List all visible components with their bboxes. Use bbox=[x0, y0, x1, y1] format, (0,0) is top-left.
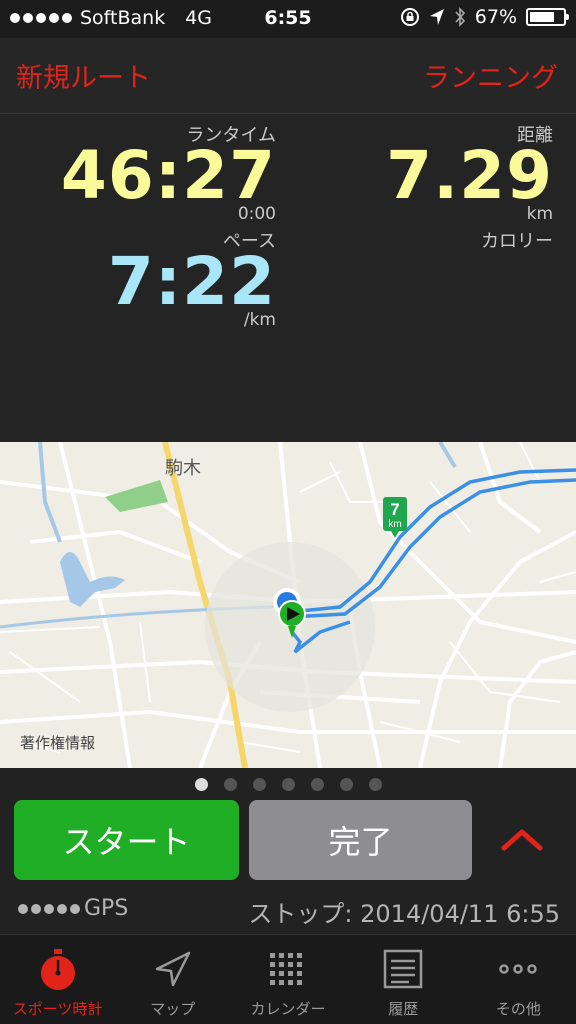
map-copyright-link[interactable]: 著作権情報 bbox=[20, 732, 95, 753]
new-route-button[interactable]: 新規ルート bbox=[16, 56, 151, 95]
tab-more[interactable]: その他 bbox=[461, 935, 576, 1024]
tab-label: マップ bbox=[150, 1000, 196, 1018]
run-time-value: 46:27 bbox=[60, 137, 276, 214]
page-dot bbox=[281, 778, 295, 791]
activity-type-button[interactable]: ランニング bbox=[423, 56, 558, 95]
run-time-sub: 0:00 bbox=[237, 204, 276, 224]
km-marker-number: 7 bbox=[390, 500, 399, 519]
pace-unit: /km bbox=[243, 310, 276, 330]
pace-value: 7:22 bbox=[107, 243, 276, 320]
workout-stats-panel: ランタイム 46:27 0:00 距離 7.29 km ペース 7:22 /km… bbox=[0, 115, 576, 442]
calendar-grid-icon bbox=[270, 953, 302, 985]
stopwatch-icon bbox=[40, 949, 75, 990]
distance-value: 7.29 bbox=[386, 137, 553, 214]
navigation-bar: 新規ルート ランニング bbox=[0, 38, 576, 114]
map-place-label: 駒木 bbox=[165, 458, 201, 479]
start-button[interactable]: スタート bbox=[14, 800, 239, 880]
canal bbox=[38, 442, 62, 543]
history-list-icon bbox=[383, 949, 423, 989]
status-bar: SoftBank 4G 6:55 67% bbox=[0, 0, 576, 38]
controls-panel: スタート 完了 GPS ストップ: 2014/04/11 6:55 bbox=[0, 768, 576, 934]
gps-label: GPS bbox=[84, 896, 129, 921]
location-arrow-icon bbox=[155, 951, 191, 987]
park-area bbox=[105, 480, 168, 512]
rotation-lock-icon bbox=[400, 8, 419, 26]
more-dots-icon bbox=[499, 964, 538, 974]
tab-label: スポーツ時計 bbox=[12, 1000, 103, 1018]
page-dot bbox=[368, 778, 382, 791]
page-dot bbox=[252, 778, 266, 791]
page-indicator[interactable] bbox=[0, 778, 576, 791]
calorie-label: カロリー bbox=[481, 231, 553, 252]
stream bbox=[438, 442, 457, 469]
gps-signal-icon bbox=[18, 903, 80, 914]
tab-label: その他 bbox=[495, 1000, 541, 1018]
status-right-group: 67% bbox=[400, 6, 569, 28]
stop-timestamp: ストップ: 2014/04/11 6:55 bbox=[248, 900, 560, 928]
page-dot bbox=[223, 778, 237, 791]
battery-icon bbox=[526, 8, 569, 26]
page-dot bbox=[194, 778, 208, 791]
tab-map[interactable]: マップ bbox=[115, 935, 230, 1024]
tab-history[interactable]: 履歴 bbox=[346, 935, 461, 1024]
km-marker-unit: km bbox=[388, 519, 401, 530]
tab-sports-watch[interactable]: スポーツ時計 bbox=[0, 935, 115, 1024]
bluetooth-icon bbox=[455, 7, 465, 27]
done-button[interactable]: 完了 bbox=[249, 800, 472, 880]
map-canvas: 7 km bbox=[0, 442, 576, 768]
gps-status: GPS bbox=[18, 896, 128, 921]
chevron-up-icon[interactable] bbox=[498, 824, 546, 854]
tab-calendar[interactable]: カレンダー bbox=[230, 935, 345, 1024]
tab-label: 履歴 bbox=[388, 1000, 419, 1018]
distance-unit: km bbox=[526, 204, 553, 224]
location-services-icon bbox=[429, 9, 444, 25]
page-dot bbox=[339, 778, 353, 791]
tab-bar: スポーツ時計 マップ カレンダー 履歴 その他 bbox=[0, 934, 576, 1024]
route-map[interactable]: 7 km 駒木 著作権情報 bbox=[0, 442, 576, 768]
tab-label: カレンダー bbox=[250, 1000, 326, 1018]
page-dot bbox=[310, 778, 324, 791]
battery-percent: 67% bbox=[474, 6, 517, 28]
